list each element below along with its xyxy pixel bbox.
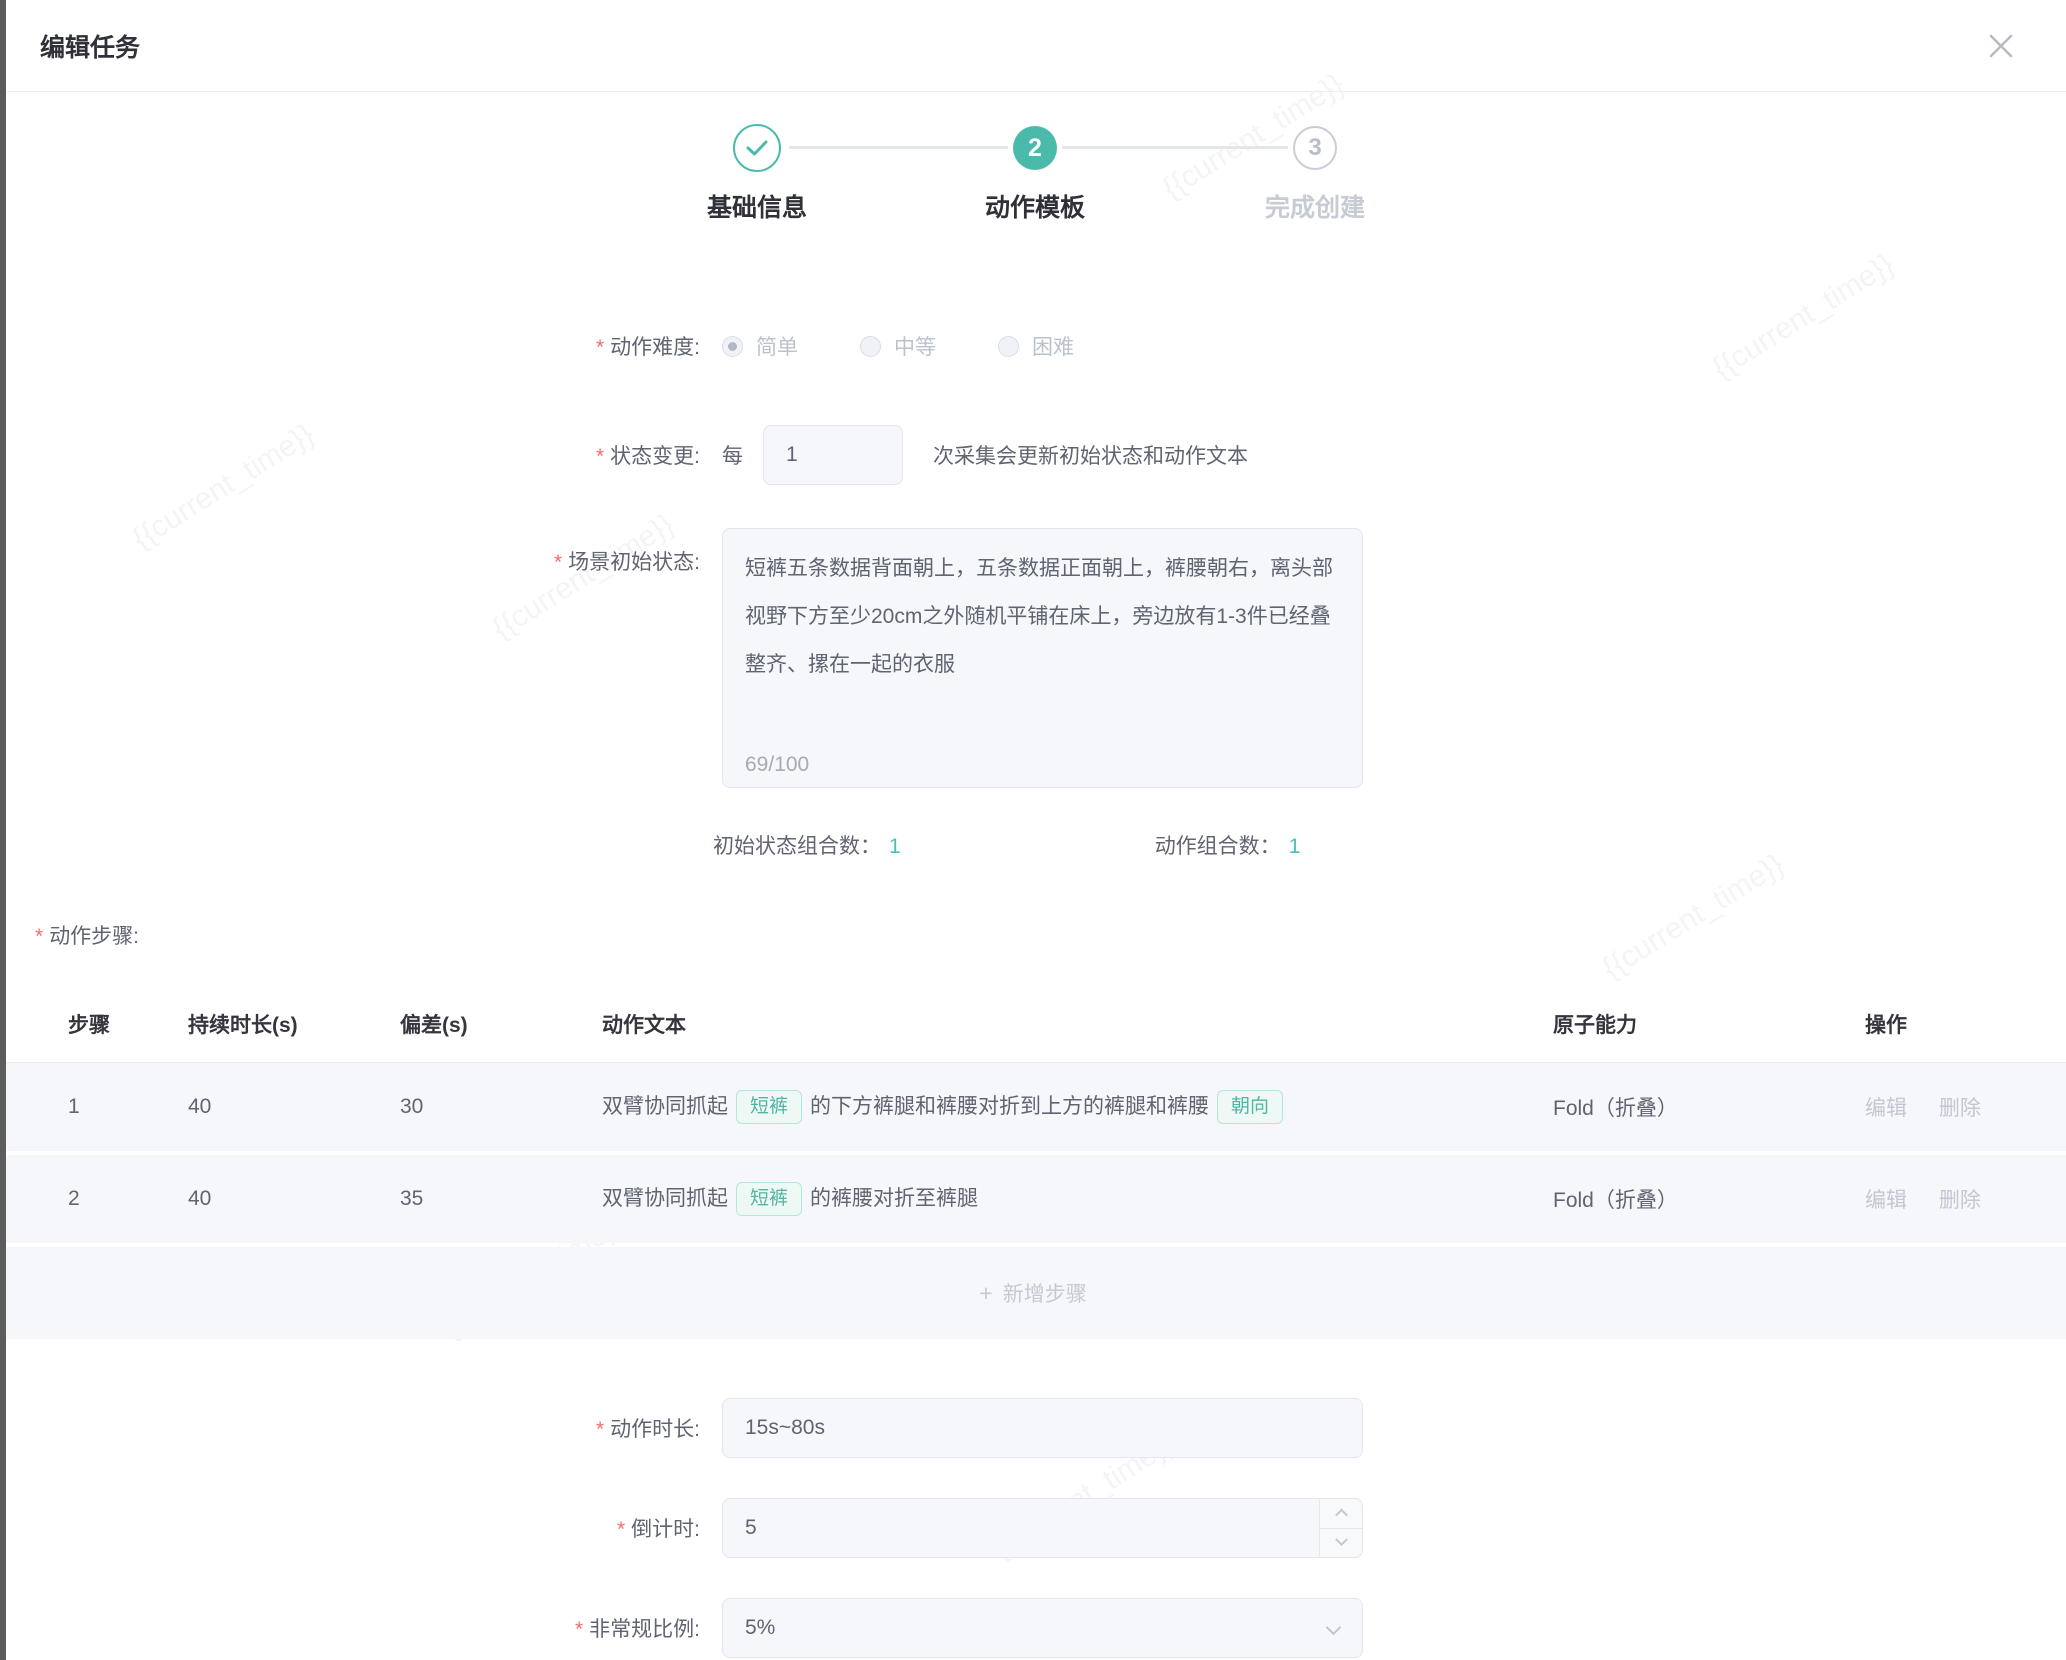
initial-combo-value: 1 [889, 835, 901, 858]
radio-option-easy[interactable]: 简单 [722, 331, 798, 361]
cell-step: 1 [68, 1095, 188, 1119]
page-left-edge [0, 0, 6, 1660]
combination-counts: 初始状态组合数：1 动作组合数：1 [713, 830, 1300, 860]
unusual-ratio-row: *非常规比例: 5% [0, 1598, 2066, 1658]
step-connector-1 [789, 146, 1008, 149]
cell-duration: 40 [188, 1095, 400, 1119]
step-3-label: 完成创建 [1195, 188, 1435, 224]
cell-deviation: 30 [400, 1095, 602, 1119]
duration-input[interactable] [722, 1398, 1363, 1458]
header-action-text: 动作文本 [602, 1009, 1553, 1039]
state-change-suffix: 次采集会更新初始状态和动作文本 [933, 440, 1248, 470]
cell-step: 2 [68, 1187, 188, 1211]
add-step-button[interactable]: + 新增步骤 [0, 1247, 2066, 1339]
check-icon [745, 139, 769, 157]
difficulty-label: *动作难度: [0, 331, 700, 361]
orientation-tag: 朝向 [1217, 1090, 1283, 1124]
delete-link[interactable]: 删除 [1939, 1189, 1981, 1212]
decrement-button[interactable] [1320, 1529, 1362, 1558]
table-row: 2 40 35 双臂协同抓起短裤的裤腰对折至裤腿 Fold（折叠） 编辑 删除 [0, 1155, 2066, 1243]
cell-operations: 编辑 删除 [1865, 1092, 2066, 1122]
increment-button[interactable] [1320, 1499, 1362, 1529]
step-1-label: 基础信息 [637, 188, 877, 224]
step-2-label: 动作模板 [915, 188, 1155, 224]
header-operations: 操作 [1865, 1009, 2066, 1039]
action-steps-table: 步骤 持续时长(s) 偏差(s) 动作文本 原子能力 操作 1 40 30 双臂… [0, 985, 2066, 1339]
cell-ability: Fold（折叠） [1553, 1092, 1865, 1122]
required-asterisk: * [596, 1418, 604, 1441]
edit-link[interactable]: 编辑 [1865, 1097, 1907, 1120]
action-steps-label: *动作步骤: [35, 920, 139, 950]
stepper: 2 3 基础信息 动作模板 完成创建 [0, 0, 2066, 240]
chevron-down-icon [1335, 1534, 1348, 1547]
object-tag: 短裤 [736, 1090, 802, 1124]
chevron-up-icon [1335, 1508, 1348, 1521]
object-tag: 短裤 [736, 1182, 802, 1216]
radio-icon-medium [860, 336, 881, 357]
required-asterisk: * [554, 551, 562, 574]
watermark: {{current_time}} [1597, 848, 1790, 986]
cell-duration: 40 [188, 1187, 400, 1211]
radio-label-easy: 简单 [756, 331, 798, 361]
plus-icon: + [979, 1280, 992, 1307]
unusual-ratio-value: 5% [745, 1616, 775, 1640]
state-change-prefix: 每 [722, 440, 743, 470]
step-connector-2 [1062, 146, 1288, 149]
initial-state-textarea[interactable]: 短裤五条数据背面朝上，五条数据正面朝上，裤腰朝右，离头部视野下方至少20cm之外… [722, 528, 1363, 788]
header-duration: 持续时长(s) [188, 1009, 400, 1039]
duration-row: *动作时长: [0, 1398, 2066, 1458]
step-3-indicator: 3 [1293, 126, 1337, 170]
required-asterisk: * [617, 1518, 625, 1541]
action-combo-value: 1 [1289, 835, 1301, 858]
header-deviation: 偏差(s) [400, 1009, 602, 1039]
countdown-stepper [1319, 1499, 1362, 1557]
delete-link[interactable]: 删除 [1939, 1097, 1981, 1120]
initial-state-label: *场景初始状态: [0, 528, 700, 576]
required-asterisk: * [596, 336, 604, 359]
countdown-row: *倒计时: [0, 1498, 2066, 1558]
initial-state-row: *场景初始状态: 短裤五条数据背面朝上，五条数据正面朝上，裤腰朝右，离头部视野下… [0, 528, 2066, 793]
table-row: 1 40 30 双臂协同抓起短裤的下方裤腿和裤腰对折到上方的裤腿和裤腰朝向 Fo… [0, 1063, 2066, 1151]
unusual-ratio-label: *非常规比例: [0, 1613, 700, 1643]
duration-label: *动作时长: [0, 1413, 700, 1443]
radio-label-medium: 中等 [894, 331, 936, 361]
step-2-indicator: 2 [1013, 126, 1057, 170]
required-asterisk: * [35, 925, 43, 948]
char-counter: 69/100 [745, 753, 809, 777]
action-combo: 动作组合数：1 [1155, 830, 1301, 860]
add-step-label: 新增步骤 [1003, 1278, 1087, 1308]
unusual-ratio-select[interactable]: 5% [722, 1598, 1363, 1658]
radio-label-hard: 困难 [1032, 331, 1074, 361]
cell-ability: Fold（折叠） [1553, 1184, 1865, 1214]
cell-action-text: 双臂协同抓起短裤的下方裤腿和裤腰对折到上方的裤腿和裤腰朝向 [602, 1090, 1553, 1124]
header-ability: 原子能力 [1553, 1009, 1865, 1039]
cell-operations: 编辑 删除 [1865, 1184, 2066, 1214]
countdown-label: *倒计时: [0, 1513, 700, 1543]
state-change-input[interactable] [763, 425, 903, 485]
state-change-row: *状态变更: 每 次采集会更新初始状态和动作文本 [0, 425, 2066, 485]
required-asterisk: * [575, 1618, 583, 1641]
radio-option-medium[interactable]: 中等 [860, 331, 936, 361]
step-1-indicator [733, 124, 781, 172]
cell-action-text: 双臂协同抓起短裤的裤腰对折至裤腿 [602, 1182, 1553, 1216]
required-asterisk: * [596, 445, 604, 468]
header-step: 步骤 [68, 1009, 188, 1039]
state-change-label: *状态变更: [0, 440, 700, 470]
radio-option-hard[interactable]: 困难 [998, 331, 1074, 361]
initial-combo: 初始状态组合数：1 [713, 830, 901, 860]
difficulty-row: *动作难度: 简单 中等 困难 [0, 326, 2066, 366]
edit-link[interactable]: 编辑 [1865, 1189, 1907, 1212]
radio-icon-hard [998, 336, 1019, 357]
countdown-input[interactable] [722, 1498, 1363, 1558]
radio-icon-easy [722, 336, 743, 357]
cell-deviation: 35 [400, 1187, 602, 1211]
table-header-row: 步骤 持续时长(s) 偏差(s) 动作文本 原子能力 操作 [0, 985, 2066, 1063]
